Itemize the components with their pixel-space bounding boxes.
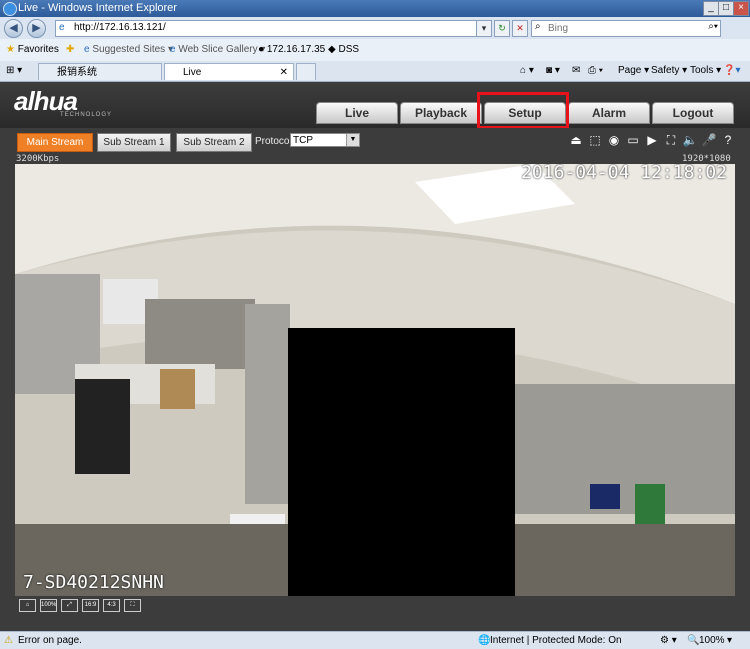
search-icon: ⌕: [535, 21, 541, 32]
fisheye-icon[interactable]: ⛶: [663, 133, 679, 147]
maximize-button[interactable]: □: [718, 1, 734, 16]
resolution-readout: 1920*1080: [682, 154, 731, 164]
address-bar: ◀ ▶ e http://172.16.13.121/ ▾ ↻ ✕ ⌕ ⌕▾: [0, 17, 750, 40]
chevron-down-icon: ▼: [346, 134, 359, 146]
tools-menu[interactable]: Tools ▾: [690, 65, 721, 76]
fullscreen-button[interactable]: ⛶: [124, 599, 141, 612]
fav-dss[interactable]: ◆ DSS: [328, 44, 359, 55]
window-title: Live - Windows Internet Explorer: [18, 2, 177, 14]
brand-logo-subtitle: TECHNOLOGY: [60, 112, 113, 118]
add-favorite-icon[interactable]: ✚: [66, 44, 74, 55]
web-page: alhua TECHNOLOGY Live Playback Setup Ala…: [0, 82, 750, 631]
sub-stream-2-button[interactable]: Sub Stream 2: [176, 133, 252, 152]
window-titlebar: Live - Windows Internet Explorer _ □ ×: [0, 0, 750, 17]
home-icon[interactable]: ⌂ ▾: [520, 65, 534, 76]
url-field[interactable]: e http://172.16.13.121/: [55, 20, 492, 37]
fav-suggested-sites[interactable]: e Suggested Sites ▾: [84, 44, 173, 55]
snapshot-icon[interactable]: ◉: [606, 133, 622, 147]
tab-alarm[interactable]: Alarm: [568, 102, 650, 124]
ie-logo-icon: [3, 2, 17, 16]
tab-playback[interactable]: Playback: [400, 102, 482, 124]
zoom-area-icon[interactable]: ⬚: [587, 133, 603, 147]
quick-tabs-icon[interactable]: ⊞ ▾: [6, 65, 22, 76]
print-icon[interactable]: ⎙ ▾: [588, 65, 603, 76]
status-bar: ⚠ Error on page. 🌐 Internet | Protected …: [0, 631, 750, 649]
favorites-bar: ★ Favorites ✚ e Suggested Sites ▾ e Web …: [0, 39, 750, 62]
setup-highlight-box: [477, 92, 569, 129]
ratio-4-3-button[interactable]: 4:3: [103, 599, 120, 612]
microphone-icon[interactable]: 🎤: [701, 133, 717, 147]
help-icon[interactable]: ❓▾: [723, 65, 740, 76]
url-text: http://172.16.13.121/: [74, 22, 166, 33]
home-view-icon[interactable]: ⌂: [19, 599, 36, 612]
zone-text: Internet | Protected Mode: On: [490, 635, 622, 646]
live-toolbar: Main Stream Sub Stream 1 Sub Stream 2 Pr…: [0, 128, 750, 154]
favorites-button[interactable]: ★ Favorites: [6, 44, 59, 55]
globe-icon: 🌐: [478, 635, 491, 646]
page-menu[interactable]: Page ▾: [618, 65, 649, 76]
forward-button[interactable]: ▶: [27, 19, 46, 38]
status-text[interactable]: Error on page.: [18, 635, 82, 646]
osd-timestamp: 2016-04-04 12:18:02: [521, 164, 727, 183]
search-go-icon[interactable]: ⌕▾: [708, 21, 718, 32]
video-bottom-bar: ⌂ 100% ⤢ 16:9 4:3 ⛶: [15, 597, 735, 613]
triple-snapshot-icon[interactable]: ▭: [625, 133, 641, 147]
audio-icon[interactable]: 🔈: [682, 133, 698, 147]
zoom-level[interactable]: 100%: [699, 635, 725, 646]
search-input[interactable]: [546, 22, 700, 35]
refresh-button[interactable]: ↻: [494, 20, 510, 37]
protected-mode-icon[interactable]: ⚙ ▾: [660, 635, 677, 646]
protocol-select[interactable]: TCP ▼: [290, 133, 360, 147]
zoom-icon: 🔍: [687, 635, 700, 646]
tab-close-icon[interactable]: ✕: [280, 64, 288, 81]
mail-icon[interactable]: ✉: [572, 65, 580, 76]
new-tab-button[interactable]: [296, 63, 316, 80]
stop-button[interactable]: ✕: [512, 20, 528, 37]
minimize-button[interactable]: _: [703, 1, 719, 16]
original-size-button[interactable]: 100%: [40, 599, 57, 612]
main-stream-button[interactable]: Main Stream: [17, 133, 93, 152]
bitrate-readout: 3200Kbps: [16, 154, 60, 164]
fit-window-button[interactable]: ⤢: [61, 599, 78, 612]
feeds-icon[interactable]: ◙ ▾: [546, 65, 560, 76]
record-icon[interactable]: ▶: [644, 133, 660, 147]
back-button[interactable]: ◀: [4, 19, 23, 38]
url-dropdown-button[interactable]: ▾: [476, 20, 492, 37]
video-tool-icons: ⏏ ⬚ ◉ ▭ ▶ ⛶ 🔈 🎤?: [565, 133, 736, 149]
fav-ip-link[interactable]: ● 172.16.17.35: [258, 44, 325, 55]
tab-live-view[interactable]: Live: [316, 102, 398, 124]
ratio-16-9-button[interactable]: 16:9: [82, 599, 99, 612]
osd-camera-name: 7-SD40212SNHN: [23, 572, 164, 593]
tab-bar: ⊞ ▾ 报销系统 Live ✕ ⌂ ▾ ◙ ▾ ✉ ⎙ ▾ Page ▾ Safe…: [0, 61, 750, 82]
search-box[interactable]: ⌕ ⌕▾: [531, 20, 721, 37]
star-icon: ★: [6, 44, 15, 55]
fav-web-slice-gallery[interactable]: e Web Slice Gallery ▾: [170, 44, 265, 55]
ptz-icon[interactable]: ⏏: [568, 133, 584, 147]
close-window-button[interactable]: ×: [733, 1, 749, 16]
sub-stream-1-button[interactable]: Sub Stream 1: [97, 133, 171, 152]
help-circle-icon[interactable]: ?: [720, 133, 736, 147]
tab-logout[interactable]: Logout: [652, 102, 734, 124]
tab-expense[interactable]: 报销系统: [38, 63, 162, 80]
protocol-label: Protocol: [255, 136, 292, 147]
app-header: alhua TECHNOLOGY Live Playback Setup Ala…: [0, 82, 750, 129]
warning-icon[interactable]: ⚠: [4, 635, 13, 646]
tab-live[interactable]: Live ✕: [164, 63, 294, 80]
video-feed[interactable]: 2016-04-04 12:18:02 7-SD40212SNHN: [15, 164, 735, 596]
page-icon: e: [59, 22, 65, 33]
safety-menu[interactable]: Safety ▾: [651, 65, 687, 76]
zoom-dropdown-icon[interactable]: ▾: [727, 635, 732, 646]
privacy-mask: [288, 328, 515, 596]
